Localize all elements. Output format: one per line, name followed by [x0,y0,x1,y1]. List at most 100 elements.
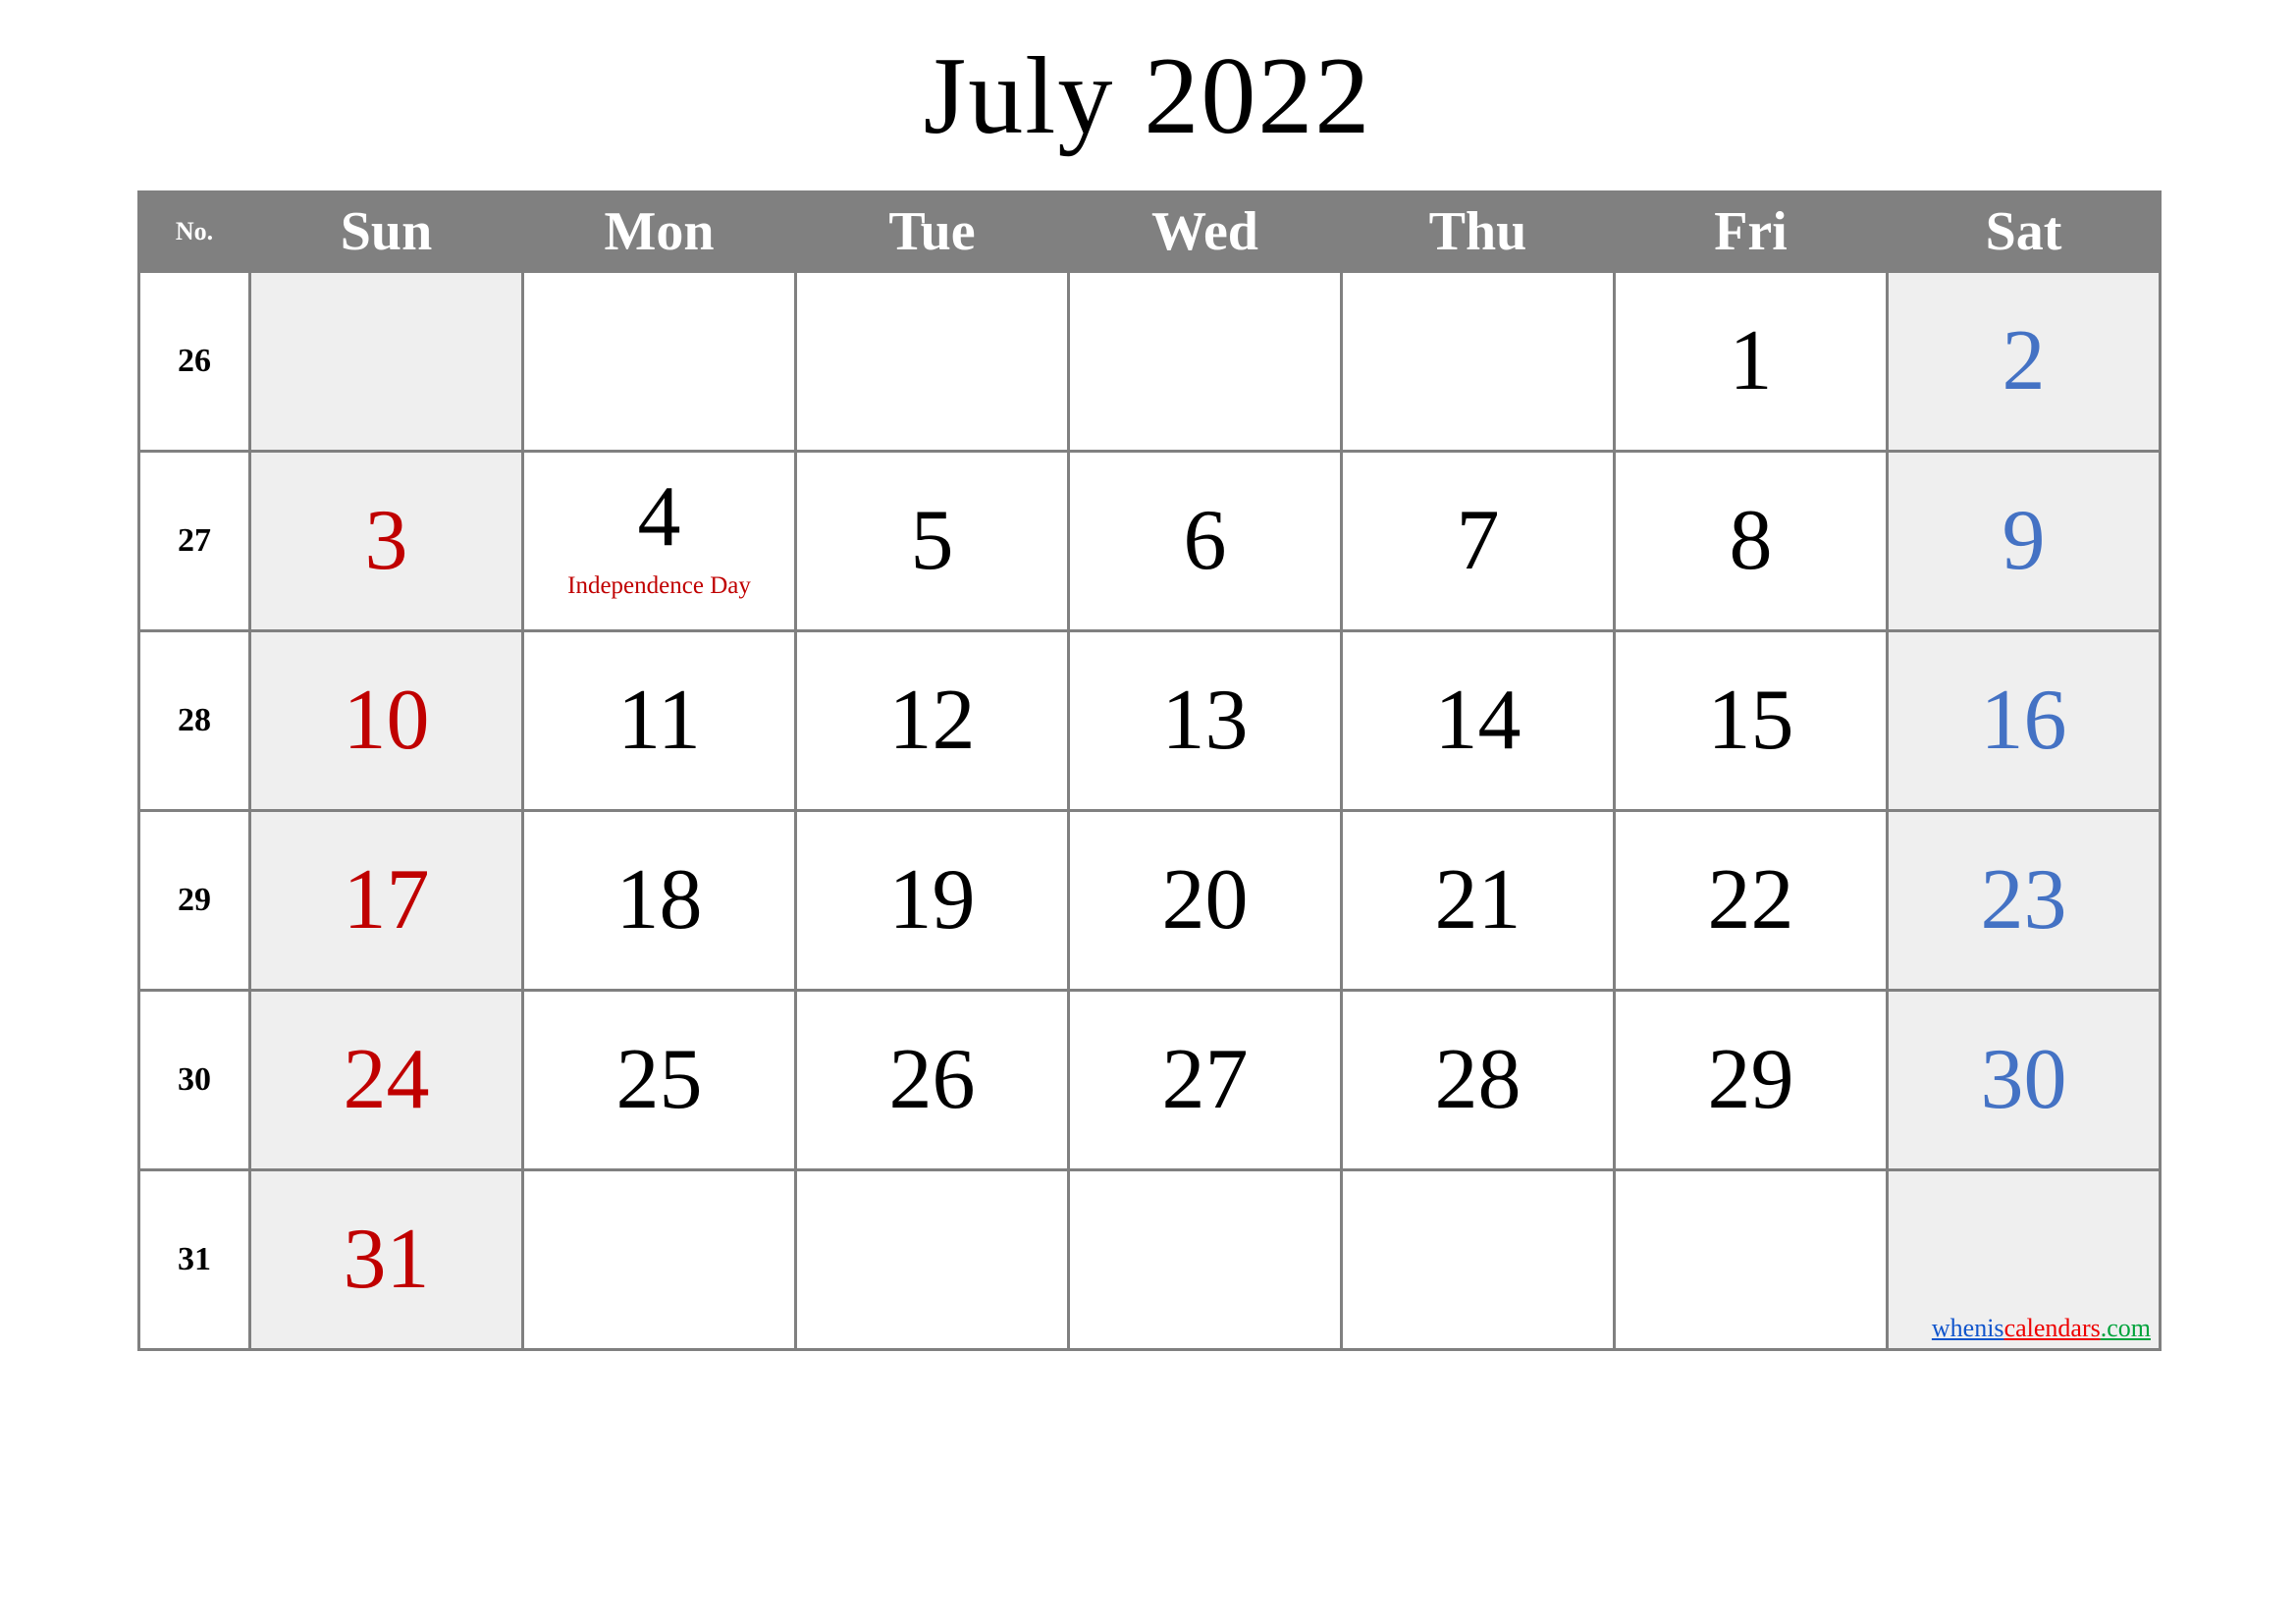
day-cell[interactable] [248,270,524,453]
day-number: 17 [343,852,430,947]
week-number-cell: 28 [137,629,251,812]
day-cell[interactable]: 4 Independence Day [521,450,797,632]
day-cell[interactable] [1067,1168,1343,1351]
calendar-header-row: No. Sun Mon Tue Wed Thu Fri Sat [137,190,2162,273]
calendar-week-row: 28 10 11 12 13 14 15 16 [137,629,2162,812]
day-cell[interactable]: 25 [521,989,797,1171]
day-cell[interactable]: 23 [1886,809,2162,992]
day-number: 11 [617,673,701,768]
day-cell[interactable]: 26 [794,989,1070,1171]
day-cell[interactable]: 10 [248,629,524,812]
day-cell[interactable]: 3 [248,450,524,632]
day-cell[interactable]: 20 [1067,809,1343,992]
day-cell[interactable]: 27 [1067,989,1343,1171]
day-number: 6 [1183,493,1227,588]
header-day-sun: Sun [248,190,524,273]
header-day-thu: Thu [1340,190,1616,273]
header-day-wed: Wed [1067,190,1343,273]
day-number: 5 [910,493,954,588]
day-number: 15 [1707,673,1794,768]
day-cell[interactable]: 31 [248,1168,524,1351]
day-cell[interactable]: 21 [1340,809,1616,992]
header-day-tue: Tue [794,190,1070,273]
watermark-part-1: whenis [1931,1314,2004,1342]
day-cell[interactable]: 30 [1886,989,2162,1171]
day-cell[interactable]: 11 [521,629,797,812]
day-number: 16 [1980,673,2067,768]
day-cell[interactable]: 8 [1613,450,1889,632]
calendar-week-row: 31 31 wheniscalendars.com [137,1168,2162,1351]
day-number: 7 [1456,493,1500,588]
day-cell[interactable]: 15 [1613,629,1889,812]
day-cell[interactable] [794,1168,1070,1351]
day-number: 19 [888,852,976,947]
day-cell[interactable] [521,270,797,453]
day-number: 21 [1434,852,1522,947]
calendar-week-row: 29 17 18 19 20 21 22 23 [137,809,2162,992]
day-cell[interactable] [794,270,1070,453]
header-week-number: No. [137,190,251,273]
header-day-fri: Fri [1613,190,1889,273]
day-number: 24 [343,1032,430,1127]
week-number-cell: 30 [137,989,251,1171]
holiday-label: Independence Day [567,572,751,599]
day-number: 23 [1980,852,2067,947]
day-cell[interactable] [1340,1168,1616,1351]
calendar-grid: No. Sun Mon Tue Wed Thu Fri Sat 26 1 2 2… [137,190,2162,1351]
day-number: 10 [343,673,430,768]
day-number: 28 [1434,1032,1522,1127]
day-number: 9 [2002,493,2046,588]
day-cell[interactable]: 16 [1886,629,2162,812]
watermark-part-3: .com [2100,1314,2151,1342]
day-cell[interactable]: 19 [794,809,1070,992]
day-cell[interactable]: wheniscalendars.com [1886,1168,2162,1351]
day-cell[interactable]: 28 [1340,989,1616,1171]
day-number: 3 [364,493,408,588]
day-cell[interactable] [1613,1168,1889,1351]
day-number: 26 [888,1032,976,1127]
week-number-cell: 29 [137,809,251,992]
day-number: 25 [615,1032,703,1127]
calendar-body: 26 1 2 27 3 4 Independence Day 5 6 7 8 9… [137,270,2162,1351]
calendar-week-row: 26 1 2 [137,270,2162,453]
day-number: 14 [1434,673,1522,768]
day-cell[interactable]: 17 [248,809,524,992]
day-number: 20 [1161,852,1249,947]
day-cell[interactable]: 6 [1067,450,1343,632]
day-number: 30 [1980,1032,2067,1127]
day-cell[interactable]: 24 [248,989,524,1171]
day-number: 29 [1707,1032,1794,1127]
header-day-sat: Sat [1886,190,2162,273]
day-number: 13 [1161,673,1249,768]
day-number: 4 [637,469,681,565]
day-cell[interactable]: 13 [1067,629,1343,812]
day-cell[interactable] [521,1168,797,1351]
day-cell[interactable]: 29 [1613,989,1889,1171]
week-number-cell: 27 [137,450,251,632]
day-number: 1 [1729,313,1773,408]
day-cell[interactable]: 12 [794,629,1070,812]
day-cell[interactable]: 2 [1886,270,2162,453]
day-number: 27 [1161,1032,1249,1127]
day-number: 31 [343,1212,430,1307]
day-cell[interactable]: 5 [794,450,1070,632]
day-number: 8 [1729,493,1773,588]
day-cell[interactable]: 7 [1340,450,1616,632]
site-watermark[interactable]: wheniscalendars.com [1932,1313,2151,1344]
day-cell[interactable]: 1 [1613,270,1889,453]
day-cell[interactable]: 9 [1886,450,2162,632]
day-cell[interactable] [1340,270,1616,453]
week-number-cell: 31 [137,1168,251,1351]
day-cell[interactable]: 22 [1613,809,1889,992]
watermark-part-2: calendars [2003,1314,2101,1342]
day-number: 22 [1707,852,1794,947]
day-cell[interactable] [1067,270,1343,453]
day-number: 12 [888,673,976,768]
calendar-page: July 2022 No. Sun Mon Tue Wed Thu Fri Sa… [0,0,2296,1624]
day-number: 18 [615,852,703,947]
header-day-mon: Mon [521,190,797,273]
day-number: 2 [2002,313,2046,408]
day-cell[interactable]: 18 [521,809,797,992]
calendar-week-row: 27 3 4 Independence Day 5 6 7 8 9 [137,450,2162,632]
day-cell[interactable]: 14 [1340,629,1616,812]
